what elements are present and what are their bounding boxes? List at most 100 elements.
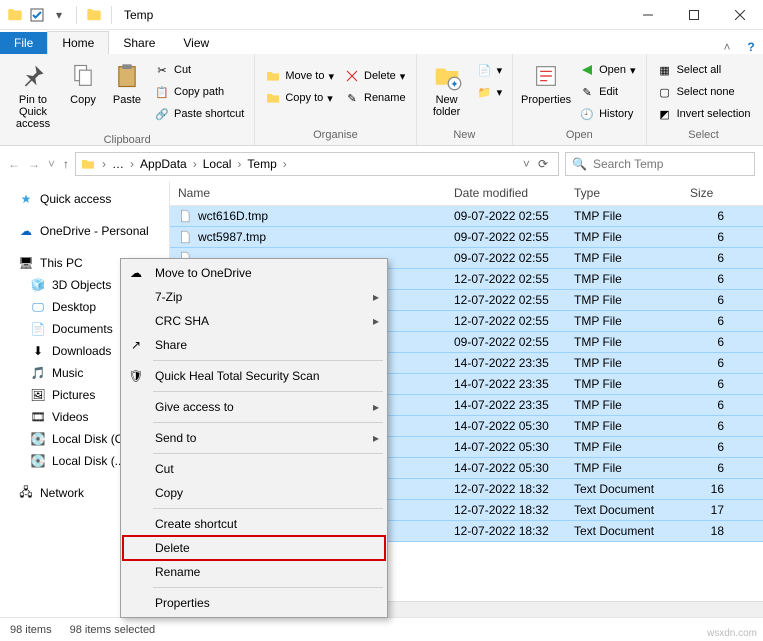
- addr-dropdown-icon[interactable]: ˅: [523, 157, 530, 171]
- file-size: 6: [682, 293, 732, 307]
- folder-icon: [6, 6, 24, 24]
- ctx-label: Send to: [155, 431, 363, 445]
- col-date[interactable]: Date modified: [446, 182, 566, 205]
- ctx-label: CRC SHA: [155, 314, 363, 328]
- move-to-button[interactable]: Move to▾: [261, 66, 338, 86]
- file-size: 6: [682, 314, 732, 328]
- ctx-quickheal[interactable]: 🛡Quick Heal Total Security Scan: [123, 364, 385, 388]
- file-type: Text Document: [566, 524, 682, 538]
- new-folder-button[interactable]: ✦ New folder: [423, 56, 471, 122]
- file-date: 14-07-2022 23:35: [446, 356, 566, 370]
- easy-icon: 📁: [477, 84, 493, 100]
- history-button[interactable]: 🕘History: [575, 104, 639, 124]
- open-icon: [579, 62, 595, 78]
- breadcrumb-temp[interactable]: Temp: [247, 157, 276, 171]
- desktop-icon: 🖵: [30, 299, 46, 315]
- svg-text:✦: ✦: [450, 79, 458, 90]
- ctx-give-access[interactable]: Give access to▸: [123, 395, 385, 419]
- recent-dropdown[interactable]: ˅: [48, 157, 55, 171]
- edit-button[interactable]: ✎Edit: [575, 82, 639, 102]
- ctx-7zip[interactable]: 7-Zip▸: [123, 285, 385, 309]
- context-menu: ☁Move to OneDrive7-Zip▸CRC SHA▸↗Share🛡Qu…: [120, 258, 388, 618]
- ctx-share[interactable]: ↗Share: [123, 333, 385, 357]
- ctx-delete[interactable]: Delete: [123, 536, 385, 560]
- file-size: 6: [682, 272, 732, 286]
- chevron-right-icon: ▸: [373, 431, 379, 445]
- copy-button[interactable]: Copy: [62, 56, 104, 110]
- tab-share[interactable]: Share: [109, 32, 169, 54]
- search-input[interactable]: 🔍 Search Temp: [565, 152, 755, 176]
- breadcrumb-appdata[interactable]: AppData: [140, 157, 187, 171]
- delete-button[interactable]: Delete▾: [340, 66, 410, 86]
- file-date: 14-07-2022 05:30: [446, 461, 566, 475]
- qat-dropdown-icon[interactable]: ▾: [50, 6, 68, 24]
- ctx-send-to[interactable]: Send to ▸: [123, 426, 385, 450]
- paste-button[interactable]: Paste: [106, 56, 148, 110]
- copy-to-button[interactable]: Copy to▾: [261, 88, 338, 108]
- up-button[interactable]: ↑: [63, 157, 69, 171]
- tab-view[interactable]: View: [169, 32, 223, 54]
- group-open-label: Open: [519, 129, 639, 143]
- invert-selection-button[interactable]: ◩Invert selection: [653, 104, 755, 124]
- new-item-button[interactable]: 📄▾: [473, 60, 507, 80]
- file-row[interactable]: wct616D.tmp09-07-2022 02:55TMP File6: [170, 206, 763, 227]
- maximize-button[interactable]: [671, 0, 717, 30]
- easy-access-button[interactable]: 📁▾: [473, 82, 507, 102]
- forward-button[interactable]: →: [28, 157, 40, 171]
- paste-shortcut-button[interactable]: 🔗Paste shortcut: [150, 104, 248, 124]
- properties-icon: [530, 60, 562, 92]
- properties-button[interactable]: Properties: [519, 56, 573, 110]
- tab-file[interactable]: File: [0, 32, 47, 54]
- ctx-rename[interactable]: Rename: [123, 560, 385, 584]
- close-button[interactable]: [717, 0, 763, 30]
- col-name[interactable]: Name: [170, 182, 446, 205]
- videos-icon: 🎞: [30, 409, 46, 425]
- copy-path-button[interactable]: 📋Copy path: [150, 82, 248, 102]
- select-all-button[interactable]: ▦Select all: [653, 60, 755, 80]
- path-icon: 📋: [154, 84, 170, 100]
- file-size: 17: [682, 503, 732, 517]
- ctx-cut[interactable]: Cut: [123, 457, 385, 481]
- open-button[interactable]: Open▾: [575, 60, 639, 80]
- ribbon-collapse-icon[interactable]: ˄: [715, 40, 739, 54]
- tab-home[interactable]: Home: [47, 31, 109, 54]
- search-icon: 🔍: [572, 157, 587, 171]
- blank-icon: [127, 515, 145, 533]
- refresh-button[interactable]: ⟳: [532, 157, 554, 171]
- file-type: TMP File: [566, 293, 682, 307]
- shortcut-icon: 🔗: [154, 106, 170, 122]
- ctx-create-shortcut[interactable]: Create shortcut: [123, 512, 385, 536]
- ctx-properties[interactable]: Properties: [123, 591, 385, 615]
- col-type[interactable]: Type: [566, 182, 682, 205]
- file-date: 14-07-2022 05:30: [446, 419, 566, 433]
- qat-checkbox-icon[interactable]: [28, 6, 46, 24]
- file-row[interactable]: wct5987.tmp09-07-2022 02:55TMP File6: [170, 226, 763, 248]
- ctx-crc-sha[interactable]: CRC SHA▸: [123, 309, 385, 333]
- cut-button[interactable]: ✂Cut: [150, 60, 248, 80]
- breadcrumb-local[interactable]: Local: [203, 157, 232, 171]
- documents-icon: 📄: [30, 321, 46, 337]
- edit-icon: ✎: [579, 84, 595, 100]
- help-icon[interactable]: ?: [739, 40, 763, 54]
- ctx-move-onedrive[interactable]: ☁Move to OneDrive: [123, 261, 385, 285]
- blank-icon: [127, 484, 145, 502]
- network-icon: 🖧: [18, 485, 34, 501]
- file-size: 6: [682, 251, 732, 265]
- address-bar[interactable]: › … › AppData › Local › Temp › ˅ ⟳: [75, 152, 559, 176]
- file-size: 6: [682, 377, 732, 391]
- col-size[interactable]: Size: [682, 182, 732, 205]
- back-button[interactable]: ←: [8, 157, 20, 171]
- group-new-label: New: [423, 129, 507, 143]
- minimize-button[interactable]: [625, 0, 671, 30]
- file-date: 09-07-2022 02:55: [446, 209, 566, 223]
- group-clipboard-label: Clipboard: [6, 134, 248, 148]
- select-none-button[interactable]: ▢Select none: [653, 82, 755, 102]
- ctx-copy[interactable]: Copy: [123, 481, 385, 505]
- rename-button[interactable]: ✎Rename: [340, 88, 410, 108]
- pin-quick-access-button[interactable]: Pin to Quick access: [6, 56, 60, 134]
- invert-icon: ◩: [657, 106, 673, 122]
- nav-quick-access[interactable]: ★Quick access: [0, 188, 169, 210]
- file-size: 6: [682, 356, 732, 370]
- nav-onedrive[interactable]: ☁OneDrive - Personal: [0, 220, 169, 242]
- folder-icon: [85, 6, 103, 24]
